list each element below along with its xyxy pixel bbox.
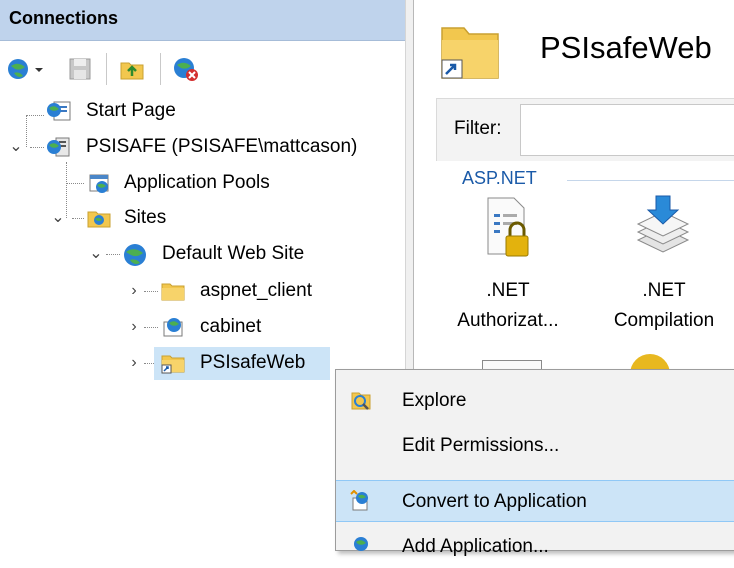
- folder-icon: [160, 280, 185, 302]
- group-divider: [567, 180, 734, 181]
- tree-label: aspnet_client: [200, 280, 312, 301]
- menu-item-explore[interactable]: Explore: [336, 380, 734, 422]
- server-icon: [46, 136, 70, 158]
- feature-label-line2: Compilation: [613, 310, 715, 331]
- context-menu: Explore Edit Permissions... Convert to A…: [335, 369, 734, 557]
- create-connection-icon[interactable]: [6, 55, 34, 83]
- stack-download-icon[interactable]: [632, 192, 694, 266]
- web-application-icon: [160, 316, 184, 338]
- sites-folder-icon: [86, 207, 111, 229]
- tree-item-start-page[interactable]: Start Page: [0, 94, 405, 128]
- tree-label: cabinet: [200, 316, 262, 337]
- save-icon[interactable]: [66, 55, 94, 83]
- virtual-directory-icon: [160, 352, 185, 374]
- disconnect-icon[interactable]: [172, 55, 200, 83]
- tree-item-cabinet[interactable]: › cabinet: [0, 310, 405, 344]
- tree-label: PSISAFE (PSISAFE\mattcason): [86, 136, 358, 157]
- tree-item-sites[interactable]: ⌄ Sites: [0, 201, 405, 235]
- page-title: PSIsafeWeb: [540, 30, 712, 65]
- menu-item-label: Explore: [402, 390, 467, 411]
- add-app-icon: [350, 535, 372, 557]
- toolbar-separator: [106, 53, 107, 85]
- menu-item-add-application[interactable]: Add Application...: [336, 526, 734, 568]
- tree-item-aspnet-client[interactable]: › aspnet_client: [0, 274, 405, 308]
- chevron-right-icon[interactable]: ›: [126, 274, 142, 308]
- dropdown-arrow-icon[interactable]: [32, 55, 46, 83]
- feature-net-authorization[interactable]: .NET Authorizat...: [448, 276, 568, 336]
- explore-icon: [350, 389, 372, 411]
- feature-label-line1: .NET: [642, 280, 686, 301]
- feature-label-line2: Authorizat...: [457, 310, 559, 331]
- tree-label: PSIsafeWeb: [200, 352, 306, 373]
- tree-item-application-pools[interactable]: Application Pools: [0, 166, 405, 200]
- tree-label: Sites: [124, 207, 167, 228]
- tree-label: Application Pools: [124, 172, 270, 193]
- feature-label-line1: .NET: [486, 280, 530, 301]
- application-pools-icon: [86, 172, 110, 194]
- filter-label: Filter:: [454, 118, 502, 139]
- filter-input[interactable]: [520, 104, 734, 156]
- chevron-down-icon[interactable]: ⌄: [50, 201, 66, 235]
- lock-document-icon[interactable]: [478, 192, 538, 266]
- menu-item-label: Edit Permissions...: [402, 435, 560, 456]
- group-header: ASP.NET: [462, 168, 537, 188]
- virtual-directory-large-icon: [436, 18, 506, 84]
- tree-label: Default Web Site: [162, 243, 305, 264]
- menu-item-edit-permissions[interactable]: Edit Permissions...: [336, 425, 734, 467]
- convert-app-icon: [350, 489, 372, 512]
- toolbar-separator: [160, 53, 161, 85]
- connections-title: Connections: [9, 8, 119, 28]
- chevron-down-icon[interactable]: ⌄: [88, 237, 104, 271]
- chevron-down-icon[interactable]: ⌄: [8, 130, 24, 164]
- up-folder-icon[interactable]: [118, 55, 146, 83]
- start-page-icon: [46, 100, 71, 122]
- tree-item-server[interactable]: ⌄ PSISAFE (PSISAFE\mattcason): [0, 130, 405, 164]
- feature-net-compilation[interactable]: .NET Compilation: [604, 276, 724, 336]
- menu-item-label: Add Application...: [402, 536, 549, 557]
- tree-label: Start Page: [86, 100, 176, 121]
- chevron-right-icon[interactable]: ›: [126, 310, 142, 344]
- connections-toolbar: [0, 41, 405, 97]
- globe-icon: [122, 243, 146, 266]
- menu-item-label: Convert to Application: [402, 491, 587, 512]
- menu-item-convert-to-application[interactable]: Convert to Application: [336, 480, 734, 522]
- tree-item-default-web-site[interactable]: ⌄ Default Web Site: [0, 237, 405, 271]
- chevron-right-icon[interactable]: ›: [126, 346, 142, 380]
